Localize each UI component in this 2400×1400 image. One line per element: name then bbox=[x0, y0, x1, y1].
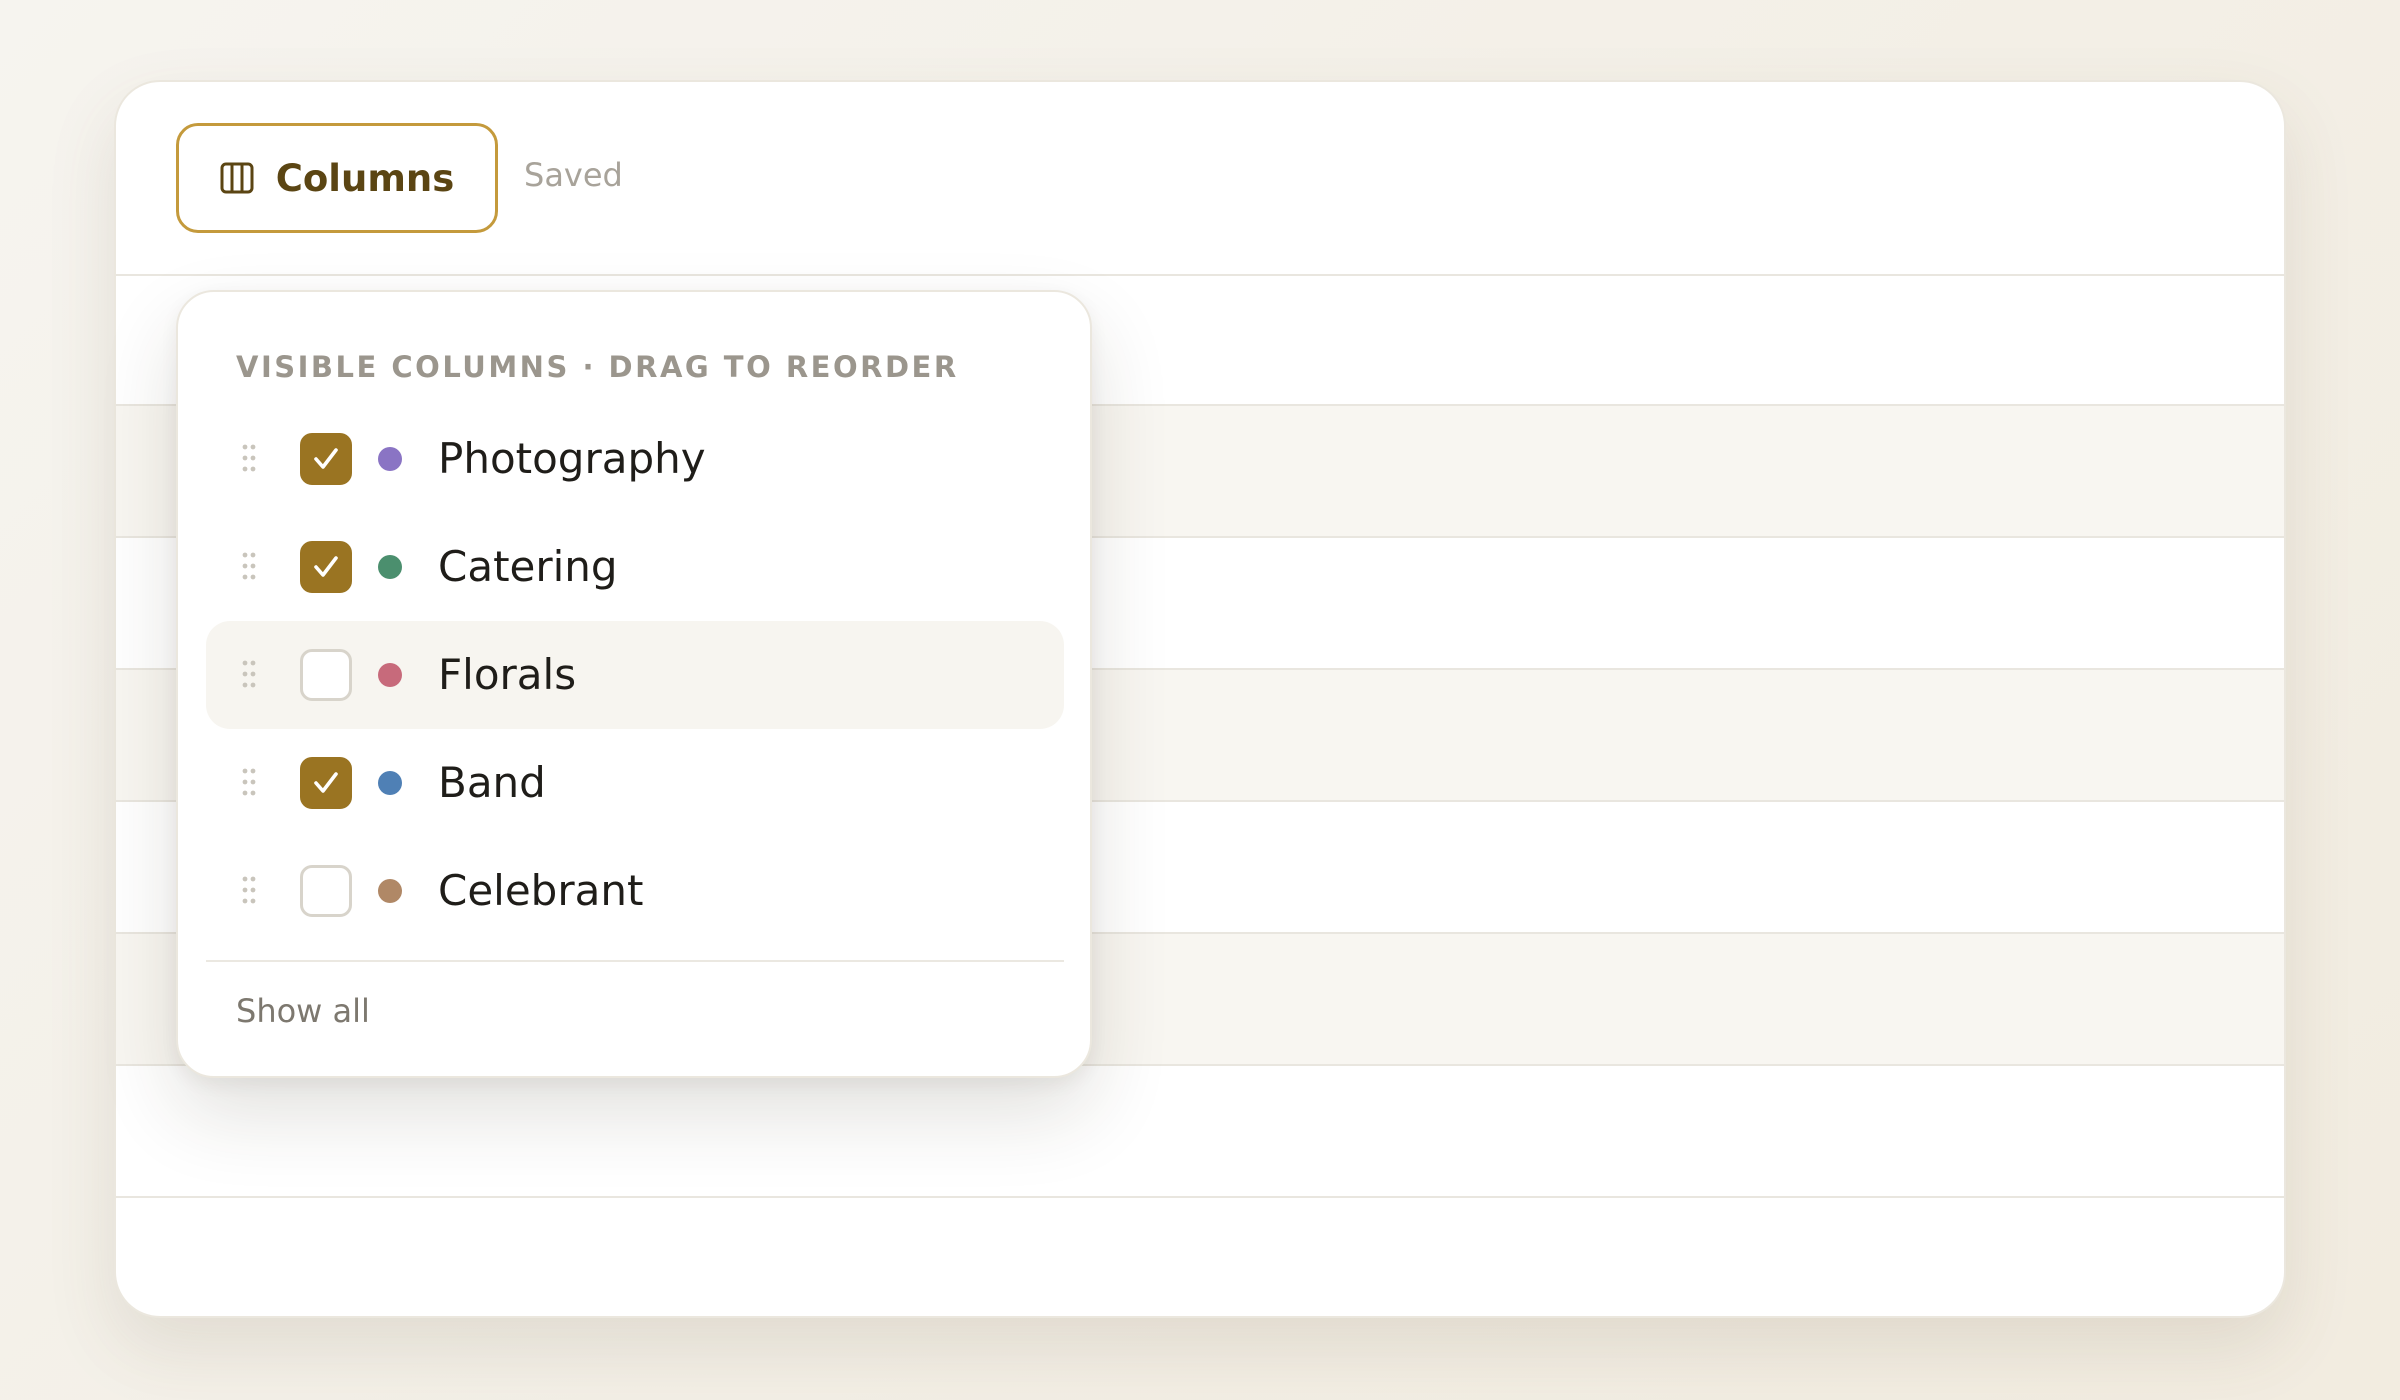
color-dot bbox=[378, 447, 402, 471]
color-dot bbox=[378, 555, 402, 579]
column-option-catering[interactable]: Catering bbox=[206, 513, 1064, 621]
column-option-label: Florals bbox=[438, 650, 577, 699]
column-option-celebrant[interactable]: Celebrant bbox=[206, 837, 1064, 945]
toolbar: Columns Saved bbox=[116, 82, 2284, 276]
visible-columns-popover: VISIBLE COLUMNS · DRAG TO REORDER Photog… bbox=[176, 290, 1092, 1078]
columns-icon bbox=[220, 162, 254, 194]
drag-handle-icon[interactable] bbox=[242, 767, 256, 797]
column-option-label: Catering bbox=[438, 542, 618, 591]
table-row bbox=[116, 1066, 2284, 1198]
column-checkbox[interactable] bbox=[300, 541, 352, 593]
color-dot bbox=[378, 771, 402, 795]
color-dot bbox=[378, 663, 402, 687]
column-option-florals[interactable]: Florals bbox=[206, 621, 1064, 729]
drag-handle-icon[interactable] bbox=[242, 875, 256, 905]
column-checkbox[interactable] bbox=[300, 757, 352, 809]
column-checkbox[interactable] bbox=[300, 865, 352, 917]
show-all-button[interactable]: Show all bbox=[236, 992, 370, 1030]
column-option-band[interactable]: Band bbox=[206, 729, 1064, 837]
drag-handle-icon[interactable] bbox=[242, 659, 256, 689]
drag-handle-icon[interactable] bbox=[242, 551, 256, 581]
checkmark-icon bbox=[314, 556, 338, 577]
column-option-label: Band bbox=[438, 758, 546, 807]
column-option-label: Photography bbox=[438, 434, 706, 483]
drag-handle-icon[interactable] bbox=[242, 443, 256, 473]
column-checkbox[interactable] bbox=[300, 649, 352, 701]
column-checkbox[interactable] bbox=[300, 433, 352, 485]
column-option-label: Celebrant bbox=[438, 866, 644, 915]
column-option-photography[interactable]: Photography bbox=[206, 405, 1064, 513]
divider bbox=[206, 960, 1064, 962]
saved-status: Saved bbox=[524, 156, 623, 194]
popover-heading: VISIBLE COLUMNS · DRAG TO REORDER bbox=[236, 350, 959, 384]
columns-button-label: Columns bbox=[275, 156, 455, 200]
color-dot bbox=[378, 879, 402, 903]
checkmark-icon bbox=[314, 448, 338, 469]
columns-button[interactable]: Columns bbox=[176, 123, 498, 233]
checkmark-icon bbox=[314, 772, 338, 793]
